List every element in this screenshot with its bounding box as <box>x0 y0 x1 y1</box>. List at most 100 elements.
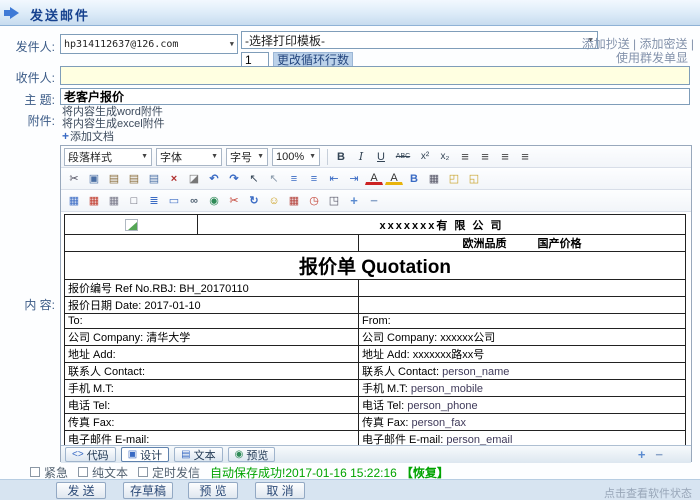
align-left-button[interactable]: ≡ <box>456 149 474 165</box>
highlight-color-icon[interactable]: A <box>385 172 403 185</box>
table-row: 传真 Fax: 传真 Fax: person_fax <box>65 414 686 431</box>
popup-window-icon[interactable]: ◳ <box>325 193 343 209</box>
horizontal-rule-icon[interactable]: ≣ <box>145 193 163 209</box>
remove-icon[interactable]: − <box>365 193 383 209</box>
title-bar: 发送邮件 <box>0 0 700 26</box>
superscript-button[interactable]: x² <box>416 149 434 165</box>
editor-content-area[interactable]: xxxxxxx有 限 公 司 欧洲品质 国产价格 报价单 Quotation <box>61 212 691 445</box>
plaintext-checkbox[interactable] <box>78 467 88 477</box>
tab-preview[interactable]: ◉ 预览 <box>228 447 276 462</box>
zoom-select[interactable]: 100% ▼ <box>272 148 320 166</box>
urgent-checkbox[interactable] <box>30 467 40 477</box>
web-link-icon[interactable]: ◉ <box>205 193 223 209</box>
restore-link[interactable]: 【恢复】 <box>401 464 449 481</box>
unlink-icon[interactable]: ✂ <box>225 193 243 209</box>
company-row: xxxxxxx有 限 公 司 <box>65 215 686 235</box>
indent-icon[interactable]: ⇥ <box>345 171 363 187</box>
preview-button[interactable]: 预 览 <box>188 482 238 499</box>
table-properties-icon[interactable]: ▦ <box>85 193 103 209</box>
bold-button[interactable]: B <box>332 149 350 165</box>
save-draft-button[interactable]: 存草稿 <box>123 482 173 499</box>
quality-right: 国产价格 <box>538 238 582 250</box>
paste-icon[interactable]: ▤ <box>105 171 123 187</box>
underline-button[interactable]: U <box>372 149 390 165</box>
font-family-select[interactable]: 字体 ▼ <box>156 148 222 166</box>
bring-forward-icon[interactable]: ◰ <box>445 171 463 187</box>
align-right-button[interactable]: ≡ <box>496 149 514 165</box>
checkbox-label: 紧急 <box>44 464 68 481</box>
background-color-icon[interactable]: B <box>405 171 423 187</box>
broken-image-icon <box>125 219 138 231</box>
undo-icon[interactable]: ↶ <box>205 171 223 187</box>
copy-icon[interactable]: ▣ <box>85 171 103 187</box>
subscript-button[interactable]: x₂ <box>436 149 454 165</box>
eraser-icon[interactable]: ◪ <box>185 171 203 187</box>
frame-icon[interactable]: ▦ <box>425 171 443 187</box>
select-all-icon[interactable]: ↖ <box>265 171 283 187</box>
quality-row: 欧洲品质 国产价格 <box>65 235 686 252</box>
new-document-icon[interactable]: □ <box>125 193 143 209</box>
send-button[interactable]: 发 送 <box>56 482 106 499</box>
editor-toolbar-insert: ▦▦▦□≣▭∞◉✂↻☺▦◷◳+− <box>61 190 691 212</box>
mass-send-link[interactable]: 使用群发单显 <box>616 49 688 66</box>
split-cells-icon[interactable]: ▦ <box>105 193 123 209</box>
redo-icon[interactable]: ↷ <box>225 171 243 187</box>
checkbox-label: 定时发信 <box>152 464 200 481</box>
align-center-button[interactable]: ≡ <box>476 149 494 165</box>
tab-design[interactable]: ▣ 设计 <box>121 447 169 462</box>
font-size-select[interactable]: 字号 ▼ <box>226 148 268 166</box>
paragraph-style-select[interactable]: 段落样式 ▼ <box>64 148 152 166</box>
ordered-list-icon[interactable]: ≡ <box>285 171 303 187</box>
collapse-icon[interactable]: − <box>655 447 663 462</box>
software-status-link[interactable]: 点击查看软件状态 <box>604 485 692 500</box>
table-row: 报价编号 Ref No.RBJ: BH_20170110 <box>65 280 686 297</box>
design-icon: ▣ <box>128 449 137 460</box>
align-justify-button[interactable]: ≡ <box>516 149 534 165</box>
strikethrough-button[interactable]: ABC <box>392 149 414 165</box>
table-row: 地址 Add: 地址 Add: xxxxxxx路xx号 <box>65 346 686 363</box>
outdent-icon[interactable]: ⇤ <box>325 171 343 187</box>
select-icon[interactable]: ↖ <box>245 171 263 187</box>
footer-bar: 发 送 存草稿 预 览 取 消 点击查看软件状态 <box>0 479 700 500</box>
tab-code[interactable]: <> 代码 <box>65 447 116 462</box>
tab-text[interactable]: ▤ 文本 <box>174 447 222 462</box>
to-input[interactable] <box>60 66 690 85</box>
paste-text-icon[interactable]: ▤ <box>125 171 143 187</box>
send-options-row: 紧急 纯文本 定时发信 自动保存成功!2017-01-16 15:22:16 【… <box>20 465 449 479</box>
separator: | <box>691 37 694 51</box>
chevron-down-icon: ▼ <box>253 153 264 160</box>
code-icon: <> <box>72 449 84 460</box>
add-document-link[interactable]: +添加文档 <box>62 128 114 144</box>
add-document-plus-icon: + <box>62 129 69 143</box>
emoticon-icon[interactable]: ☺ <box>265 193 283 209</box>
anchor-icon[interactable]: ↻ <box>245 193 263 209</box>
from-select[interactable]: hp314112637@126.com ▼ <box>60 34 238 54</box>
add-icon[interactable]: + <box>345 193 363 209</box>
cancel-button[interactable]: 取 消 <box>255 482 305 499</box>
table-row: To: From: <box>65 314 686 329</box>
table-row: 手机 M.T: 手机 M.T: person_mobile <box>65 380 686 397</box>
calendar-icon[interactable]: ▦ <box>285 193 303 209</box>
globe-icon: ◉ <box>235 449 244 460</box>
send-backward-icon[interactable]: ◱ <box>465 171 483 187</box>
subject-label: 主 题: <box>0 91 55 108</box>
chevron-down-icon: ▼ <box>230 40 234 48</box>
insert-table-icon[interactable]: ▦ <box>65 193 83 209</box>
quotation-info-table: 报价编号 Ref No.RBJ: BH_20170110 报价日期 Date: … <box>64 279 686 445</box>
clock-icon[interactable]: ◷ <box>305 193 323 209</box>
delete-icon[interactable]: × <box>165 171 183 187</box>
editor-toolbar-format: 段落样式 ▼ 字体 ▼ 字号 ▼ 100% ▼ BIUABCx²x₂≡≡≡≡ <box>61 146 691 168</box>
expand-icon[interactable]: + <box>638 447 646 462</box>
unordered-list-icon[interactable]: ≡ <box>305 171 323 187</box>
text-field-icon[interactable]: ▭ <box>165 193 183 209</box>
send-mail-window: 发送邮件 发件人: hp314112637@126.com ▼ -选择打印模板-… <box>0 0 700 500</box>
table-row: 公司 Company: 清华大学 公司 Company: xxxxxx公司 <box>65 329 686 346</box>
table-row: 电话 Tel: 电话 Tel: person_phone <box>65 397 686 414</box>
print-template-select[interactable]: -选择打印模板- ▼ <box>241 31 598 49</box>
scheduled-send-checkbox[interactable] <box>138 467 148 477</box>
font-color-icon[interactable]: A <box>365 172 383 185</box>
italic-button[interactable]: I <box>352 149 370 165</box>
insert-link-icon[interactable]: ∞ <box>185 193 203 209</box>
cut-icon[interactable]: ✂ <box>65 171 83 187</box>
paste-word-icon[interactable]: ▤ <box>145 171 163 187</box>
